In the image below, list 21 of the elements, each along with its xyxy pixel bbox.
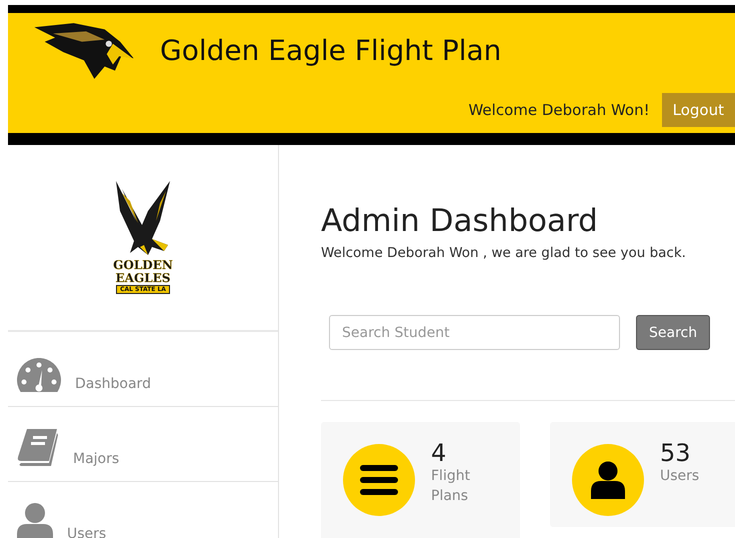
- sidebar-item[interactable]: Majors: [8, 407, 278, 482]
- page-title: Admin Dashboard: [321, 203, 599, 239]
- stat-label: Users: [660, 467, 700, 486]
- search-button[interactable]: Search: [636, 315, 710, 350]
- welcome-message: Welcome Deborah Won , we are glad to see you back.: [321, 245, 687, 261]
- user-icon: [591, 461, 625, 499]
- sidebar-item[interactable]: Users: [8, 482, 278, 538]
- logout-button[interactable]: Logout: [662, 93, 735, 127]
- stat-value: 4: [431, 440, 448, 466]
- stat-label: Flight Plans: [431, 467, 472, 506]
- logo-text: EAGLES: [116, 272, 170, 285]
- sidebar-item[interactable]: Dashboard: [8, 332, 278, 407]
- stat-value: 53: [660, 440, 692, 466]
- search-field[interactable]: Search Student: [329, 315, 620, 350]
- welcome-text: Welcome Deborah Won!: [468, 101, 650, 119]
- logo-text: GOLDEN: [113, 259, 173, 272]
- user-icon: [17, 502, 53, 538]
- menu-icon: [360, 465, 398, 495]
- gauge-icon: [17, 358, 61, 392]
- book-icon: [17, 429, 59, 467]
- app-title: Golden Eagle Flight Plan: [160, 34, 502, 66]
